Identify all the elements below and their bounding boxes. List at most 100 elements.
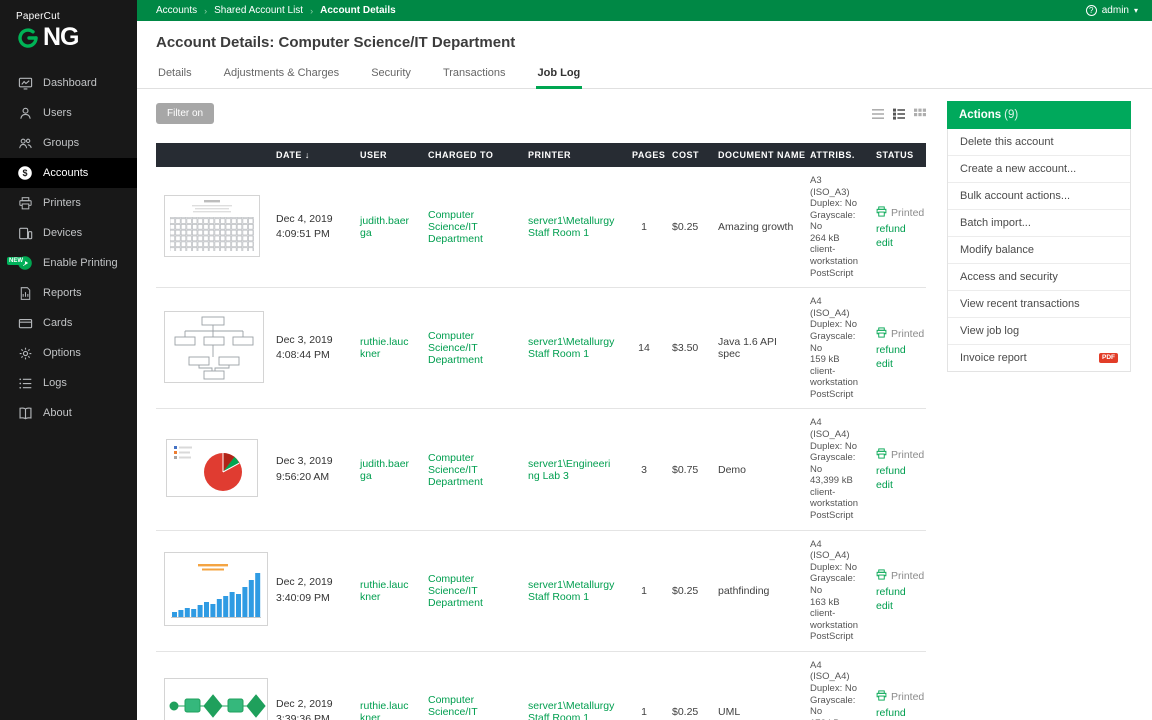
sidebar-item-label: Cards (43, 317, 72, 329)
job-charged-to-link[interactable]: Computer Science/IT Department (428, 573, 512, 609)
job-printer-link[interactable]: server1\Metallurgy Staff Room 1 (528, 336, 616, 360)
view-grid-icon[interactable] (914, 108, 926, 120)
column-charged-to[interactable]: CHARGED TO (420, 143, 520, 167)
job-printer-link[interactable]: server1\Metallurgy Staff Room 1 (528, 700, 616, 720)
job-printer-link[interactable]: server1\Engineering Lab 3 (528, 458, 616, 482)
job-user-link[interactable]: ruthie.lauckner (360, 700, 412, 720)
job-status: Printed (891, 328, 924, 340)
action-delete-account[interactable]: Delete this account (948, 129, 1130, 156)
refund-link[interactable]: refund (876, 344, 918, 356)
sidebar-item-groups[interactable]: Groups (0, 128, 137, 158)
action-batch-import[interactable]: Batch import... (948, 210, 1130, 237)
job-cost: $0.75 (664, 409, 710, 530)
column-document-name[interactable]: DOCUMENT NAME (710, 143, 802, 167)
sidebar-item-dashboard[interactable]: Dashboard (0, 68, 137, 98)
sidebar-item-label: Accounts (43, 167, 88, 179)
breadcrumb-separator-icon: › (204, 6, 207, 16)
sidebar-item-label: Devices (43, 227, 82, 239)
printed-status-icon (876, 448, 887, 462)
job-thumbnail-diagram (164, 311, 264, 383)
tab-transactions[interactable]: Transactions (441, 62, 508, 88)
job-attribs: A4 (ISO_A4) Duplex: No Grayscale: No 43,… (802, 409, 868, 530)
sidebar-item-logs[interactable]: Logs (0, 368, 137, 398)
action-access-security[interactable]: Access and security (948, 264, 1130, 291)
column-status[interactable]: STATUS (868, 143, 926, 167)
table-row: Dec 4, 2019 4:09:51 PM judith.baerga Com… (156, 167, 926, 288)
action-invoice-report[interactable]: Invoice report PDF (948, 345, 1130, 371)
action-view-job-log[interactable]: View job log (948, 318, 1130, 345)
job-document-name: UML (710, 651, 802, 720)
pdf-icon: PDF (1099, 353, 1118, 364)
job-pages: 14 (624, 288, 664, 409)
job-user-link[interactable]: judith.baerga (360, 458, 412, 482)
tab-security[interactable]: Security (369, 62, 413, 88)
sort-desc-icon: ↓ (305, 150, 310, 160)
column-cost[interactable]: COST (664, 143, 710, 167)
column-printer[interactable]: PRINTER (520, 143, 624, 167)
job-charged-to-link[interactable]: Computer Science/IT Department (428, 209, 512, 245)
help-icon[interactable]: ? (1086, 5, 1097, 16)
job-user-link[interactable]: ruthie.lauckner (360, 579, 412, 603)
tab-bar: Details Adjustments & Charges Security T… (137, 62, 1152, 89)
edit-link[interactable]: edit (876, 358, 918, 370)
refund-link[interactable]: refund (876, 465, 918, 477)
tab-details[interactable]: Details (156, 62, 194, 88)
action-bulk-account-actions[interactable]: Bulk account actions... (948, 183, 1130, 210)
job-user-link[interactable]: judith.baerga (360, 215, 412, 239)
actions-count: (9) (1004, 109, 1018, 121)
tab-adjustments-charges[interactable]: Adjustments & Charges (222, 62, 342, 88)
column-date[interactable]: DATE ↓ (268, 143, 352, 167)
sidebar-item-devices[interactable]: Devices (0, 218, 137, 248)
column-pages[interactable]: PAGES (624, 143, 664, 167)
user-menu[interactable]: ? admin ▾ (1086, 5, 1138, 16)
edit-link[interactable]: edit (876, 600, 918, 612)
action-modify-balance[interactable]: Modify balance (948, 237, 1130, 264)
job-pages: 1 (624, 530, 664, 651)
job-printer-link[interactable]: server1\Metallurgy Staff Room 1 (528, 215, 616, 239)
job-cost: $0.25 (664, 651, 710, 720)
view-list-icon[interactable] (893, 108, 905, 120)
sidebar-item-accounts[interactable]: $ Accounts (0, 158, 137, 188)
action-create-account[interactable]: Create a new account... (948, 156, 1130, 183)
job-user-link[interactable]: ruthie.lauckner (360, 336, 412, 360)
breadcrumb-shared-account-list[interactable]: Shared Account List (214, 5, 303, 16)
job-printer-link[interactable]: server1\Metallurgy Staff Room 1 (528, 579, 616, 603)
actions-panel-header: Actions(9) (947, 101, 1131, 129)
app-window: PaperCut NG Dashboard Users (0, 0, 1152, 720)
sidebar-item-about[interactable]: About (0, 398, 137, 428)
sidebar-item-enable-printing[interactable]: NEW Enable Printing (0, 248, 137, 278)
edit-link[interactable]: edit (876, 237, 918, 249)
sidebar-item-reports[interactable]: Reports (0, 278, 137, 308)
sidebar-item-cards[interactable]: Cards (0, 308, 137, 338)
table-row: Dec 2, 2019 3:39:36 PM ruthie.lauckner C… (156, 651, 926, 720)
actions-title: Actions (959, 109, 1001, 121)
action-view-recent-transactions[interactable]: View recent transactions (948, 291, 1130, 318)
job-date: Dec 4, 2019 4:09:51 PM (268, 167, 352, 288)
job-charged-to-link[interactable]: Computer Science/IT Department (428, 452, 512, 488)
sidebar-item-users[interactable]: Users (0, 98, 137, 128)
job-charged-to-link[interactable]: Computer Science/IT Department (428, 330, 512, 366)
refund-link[interactable]: refund (876, 707, 918, 719)
job-date: Dec 3, 2019 4:08:44 PM (268, 288, 352, 409)
filter-on-button[interactable]: Filter on (156, 103, 214, 124)
sidebar-item-printers[interactable]: Printers (0, 188, 137, 218)
sidebar-item-options[interactable]: Options (0, 338, 137, 368)
job-attribs: A4 (ISO_A4) Duplex: No Grayscale: No 159… (802, 288, 868, 409)
column-attribs[interactable]: ATTRIBS. (802, 143, 868, 167)
sidebar-item-label: Printers (43, 197, 81, 209)
job-status: Printed (891, 691, 924, 703)
sidebar: PaperCut NG Dashboard Users (0, 0, 137, 720)
refund-link[interactable]: refund (876, 586, 918, 598)
refund-link[interactable]: refund (876, 223, 918, 235)
printed-status-icon (876, 690, 887, 704)
view-table-icon[interactable] (872, 108, 884, 120)
edit-link[interactable]: edit (876, 479, 918, 491)
tab-job-log[interactable]: Job Log (536, 62, 583, 88)
job-date: Dec 2, 2019 3:39:36 PM (268, 651, 352, 720)
job-charged-to-link[interactable]: Computer Science/IT Department (428, 694, 512, 720)
breadcrumb-accounts[interactable]: Accounts (156, 5, 197, 16)
page-header: Account Details: Computer Science/IT Dep… (137, 21, 1152, 62)
job-attribs: A4 (ISO_A4) Duplex: No Grayscale: No 172… (802, 651, 868, 720)
svg-text:$: $ (22, 168, 27, 178)
column-user[interactable]: USER (352, 143, 420, 167)
